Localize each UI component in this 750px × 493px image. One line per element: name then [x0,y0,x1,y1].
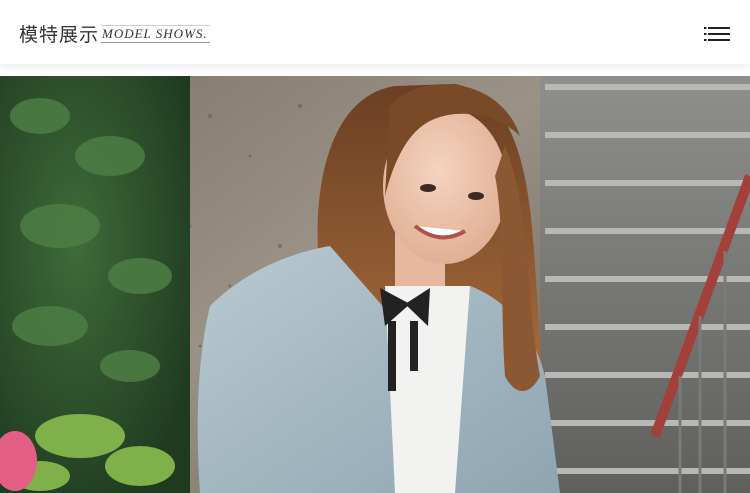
menu-button[interactable] [700,24,734,46]
section-subtitle: MODEL SHOWS. [101,25,210,43]
model-photo [0,76,750,493]
model-photo-illustration [0,76,750,493]
section-title: 模特展示 [19,24,100,46]
page-header: 模特展示 MODEL SHOWS. [0,0,750,64]
hamburger-menu-icon [704,27,730,41]
